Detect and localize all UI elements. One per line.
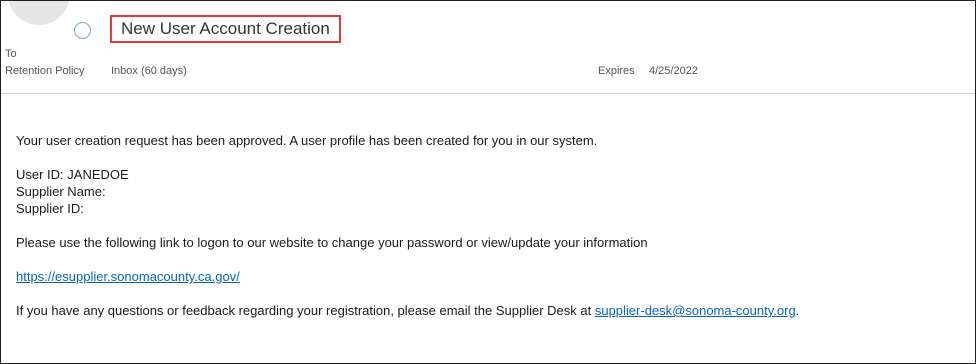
- supplier-id-line: Supplier ID:: [16, 201, 84, 216]
- contact-end: .: [795, 303, 800, 318]
- esupplier-link[interactable]: https://esupplier.sonomacounty.ca.gov/: [16, 269, 240, 284]
- read-status-icon[interactable]: [74, 22, 91, 39]
- supplier-desk-email-link[interactable]: supplier-desk@sonoma-county.org: [595, 303, 796, 318]
- expires-date: 4/25/2022: [649, 65, 698, 77]
- subject-text: New User Account Creation: [121, 19, 330, 38]
- contact-text: If you have any questions or feedback re…: [16, 303, 595, 318]
- user-id-line: User ID: JANEDOE: [16, 167, 129, 182]
- email-body: Your user creation request has been appr…: [16, 132, 966, 319]
- header-divider: [1, 93, 975, 94]
- avatar: [8, 1, 70, 25]
- retention-policy-label: Retention Policy: [5, 65, 85, 77]
- intro-paragraph: Your user creation request has been appr…: [16, 133, 598, 148]
- expires-label: Expires: [598, 65, 635, 77]
- email-subject: New User Account Creation: [110, 15, 341, 43]
- contact-paragraph: If you have any questions or feedback re…: [16, 302, 966, 319]
- to-label: To: [5, 48, 17, 60]
- link-instruction: Please use the following link to logon t…: [16, 235, 648, 250]
- retention-policy-value[interactable]: Inbox (60 days): [111, 65, 187, 77]
- supplier-name-line: Supplier Name:: [16, 184, 106, 199]
- email-window: New User Account Creation To Retention P…: [0, 0, 976, 364]
